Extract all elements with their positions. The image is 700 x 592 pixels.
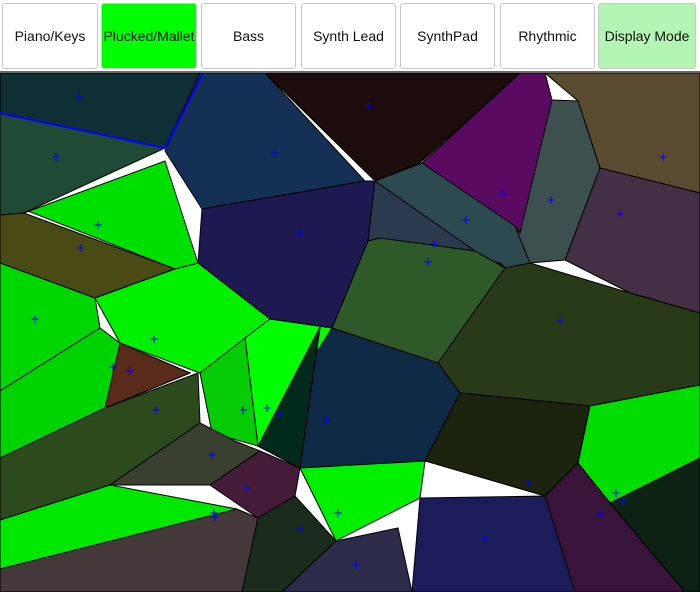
site-marker: + bbox=[546, 193, 556, 207]
site-marker: + bbox=[149, 332, 159, 346]
site-marker: + bbox=[351, 558, 361, 572]
site-marker: + bbox=[275, 407, 285, 421]
voronoi-diagram[interactable]: +++ + ++ +++++++++ +++ ++ + + + +++++ ++++++++ bbox=[0, 73, 700, 592]
site-marker: + bbox=[618, 494, 628, 508]
site-marker: + bbox=[429, 237, 439, 251]
site-marker: + bbox=[333, 506, 343, 520]
site-marker: + bbox=[51, 150, 61, 164]
site-marker: + bbox=[658, 150, 668, 164]
site-marker: + bbox=[74, 90, 84, 104]
site-marker: + bbox=[595, 507, 605, 521]
site-marker: + bbox=[555, 314, 565, 328]
site-marker: + bbox=[30, 312, 40, 326]
site-marker: + bbox=[364, 99, 374, 113]
site-marker: + bbox=[461, 213, 471, 227]
site-marker: + bbox=[423, 255, 433, 269]
site-marker: + bbox=[615, 207, 625, 221]
site-marker: + bbox=[238, 403, 248, 417]
site-marker: + bbox=[241, 481, 251, 495]
site-marker: + bbox=[93, 218, 103, 232]
site-marker: + bbox=[295, 226, 305, 240]
bass-button[interactable]: Bass bbox=[201, 3, 296, 69]
site-marker: + bbox=[207, 448, 217, 462]
voronoi-canvas[interactable]: + + + + + + + + + + + + + + + + + + + + + + + + + + + + + + + + + + + + bbox=[0, 73, 700, 592]
site-marker: + bbox=[523, 476, 533, 490]
rhythmic-button[interactable]: Rhythmic bbox=[500, 3, 595, 69]
synthpad-button[interactable]: SynthPad bbox=[400, 3, 495, 69]
site-marker: + bbox=[108, 360, 118, 374]
site-marker: + bbox=[480, 531, 490, 545]
plucked-mallet-button[interactable]: Plucked/Mallet bbox=[101, 3, 197, 69]
site-marker: + bbox=[262, 401, 272, 415]
site-marker: + bbox=[270, 146, 280, 160]
synth-lead-button[interactable]: Synth Lead bbox=[301, 3, 396, 69]
display-mode-button[interactable]: Display Mode bbox=[598, 3, 696, 69]
toolbar: Piano/Keys Plucked/Mallet Bass Synth Lead Sy… bbox=[0, 0, 700, 72]
site-marker: + bbox=[321, 413, 331, 427]
site-marker: + bbox=[295, 522, 305, 536]
site-marker: + bbox=[151, 403, 161, 417]
piano-keys-button[interactable]: Piano/Keys bbox=[2, 3, 98, 69]
site-marker: + bbox=[125, 364, 135, 378]
site-marker: + bbox=[497, 187, 507, 201]
site-marker: + bbox=[76, 241, 86, 255]
site-marker: + bbox=[210, 510, 220, 524]
